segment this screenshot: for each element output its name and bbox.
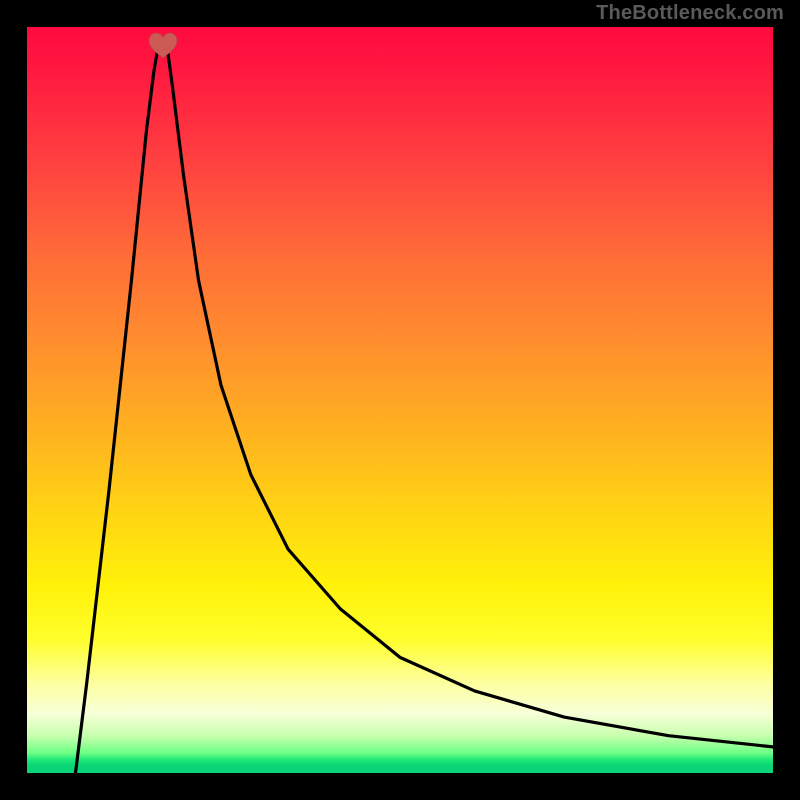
curve-right-branch <box>166 37 773 747</box>
heart-icon <box>146 31 180 59</box>
watermark-label: TheBottleneck.com <box>596 2 784 25</box>
plot-area <box>27 27 773 773</box>
bottleneck-curve <box>27 27 773 773</box>
chart-frame: TheBottleneck.com <box>0 0 800 800</box>
curve-left-branch <box>75 37 159 773</box>
